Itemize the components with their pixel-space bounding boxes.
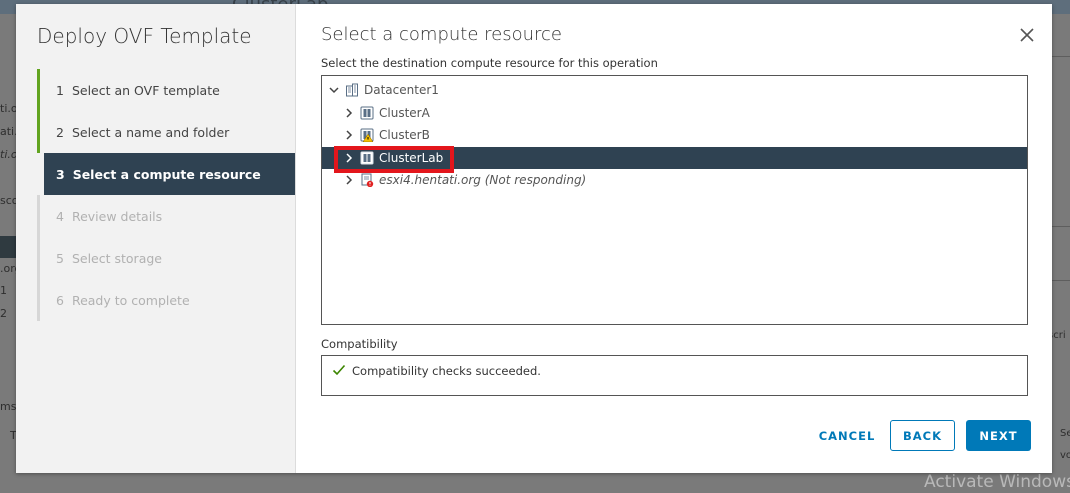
cluster-icon — [360, 106, 374, 120]
wizard-step-4: 4 Review details — [37, 195, 295, 237]
selection-highlight — [334, 146, 454, 173]
step-label: Select storage — [71, 250, 162, 266]
next-button[interactable]: NEXT — [966, 420, 1031, 451]
step-number: 4 — [56, 208, 64, 224]
host-error-icon — [361, 173, 374, 187]
chevron-right-icon[interactable] — [342, 106, 356, 120]
wizard-step-3[interactable]: 3 Select a compute resource — [44, 153, 295, 195]
step-number: 5 — [56, 250, 64, 266]
wizard-sidebar: Deploy OVF Template 1 Select an OVF temp… — [16, 4, 296, 473]
compatibility-message: Compatibility checks succeeded. — [352, 364, 541, 378]
step-number: 1 — [56, 82, 64, 98]
step-label: Select a name and folder — [71, 124, 230, 140]
tree-node-label: esxi4.hentati.org (Not responding) — [379, 173, 587, 187]
page-subtitle: Select the destination compute resource … — [321, 56, 658, 70]
page-title: Select a compute resource — [321, 24, 562, 45]
step-number: 3 — [56, 166, 65, 182]
tree-node-label: Datacenter1 — [364, 83, 439, 97]
background-fragment: ti.o — [0, 102, 18, 115]
datacenter-icon — [346, 83, 358, 97]
wizard-step-6: 6 Ready to complete — [37, 279, 295, 321]
step-label: Review details — [71, 208, 163, 224]
compute-resource-tree: Datacenter1 ClusterA ClusterB ClusterLab… — [321, 75, 1028, 325]
tree-node-cluster-a[interactable]: ClusterA — [322, 102, 1027, 124]
tree-node-cluster-b[interactable]: ClusterB — [322, 124, 1027, 146]
chevron-right-icon[interactable] — [342, 173, 356, 187]
deploy-ovf-dialog: Deploy OVF Template 1 Select an OVF temp… — [16, 4, 1052, 473]
background-dark-row — [0, 236, 16, 258]
background-fragment: vo — [1060, 450, 1070, 461]
step-number: 6 — [56, 292, 64, 308]
cluster-warning-icon — [360, 128, 374, 142]
chevron-down-icon[interactable] — [327, 83, 341, 97]
step-number: 2 — [56, 124, 64, 140]
compatibility-box: Compatibility checks succeeded. — [321, 355, 1028, 396]
step-label: Select an OVF template — [71, 82, 220, 98]
cancel-button[interactable]: CANCEL — [817, 420, 877, 451]
checkmark-icon — [332, 364, 346, 376]
tree-node-datacenter[interactable]: Datacenter1 — [322, 79, 1027, 101]
wizard-content: Select a compute resource Select the des… — [321, 4, 1052, 473]
background-fragment: Se — [1060, 428, 1070, 439]
close-icon[interactable] — [1018, 26, 1036, 44]
chevron-right-icon[interactable] — [342, 128, 356, 142]
wizard-step-1[interactable]: 1 Select an OVF template — [37, 69, 295, 111]
step-label: Select a compute resource — [72, 166, 261, 182]
tree-node-label: ClusterB — [379, 128, 430, 142]
wizard-step-5: 5 Select storage — [37, 237, 295, 279]
step-label: Ready to complete — [71, 292, 190, 308]
back-button[interactable]: BACK — [890, 420, 955, 451]
background-fragment: ms — [0, 400, 17, 413]
compatibility-label: Compatibility — [321, 337, 398, 351]
wizard-step-2[interactable]: 2 Select a name and folder — [37, 111, 295, 153]
background-fragment: 2 — [0, 307, 7, 320]
activation-watermark: Activate Windows — [924, 472, 1070, 492]
background-fragment: 1 — [0, 284, 7, 297]
background-fragment: ti.o — [0, 148, 18, 161]
wizard-title: Deploy OVF Template — [37, 24, 252, 48]
tree-node-label: ClusterA — [379, 106, 430, 120]
wizard-steps: 1 Select an OVF template 2 Select a name… — [37, 69, 295, 321]
